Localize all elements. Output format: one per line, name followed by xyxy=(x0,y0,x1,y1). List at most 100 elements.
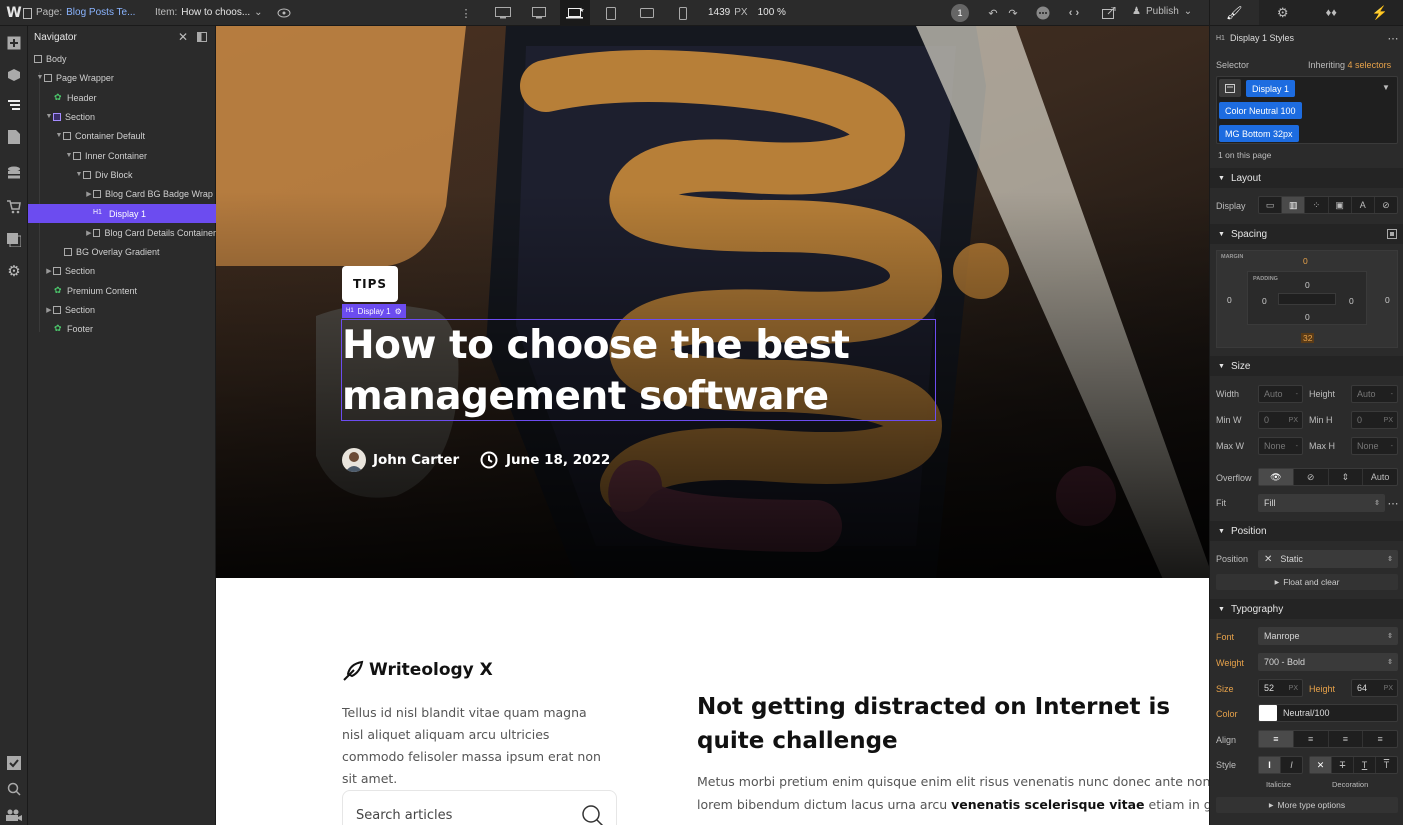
caret-right-icon[interactable]: ▶ xyxy=(85,190,93,198)
nav-item-container-default[interactable]: ▼ Container Default xyxy=(28,126,216,145)
margin-bottom-value[interactable]: 32 xyxy=(1301,333,1315,343)
min-height-input[interactable]: 0 PX xyxy=(1351,411,1398,429)
float-and-clear-toggle[interactable]: ▶ Float and clear xyxy=(1216,574,1398,590)
breakpoint-landscape-icon[interactable] xyxy=(636,3,658,23)
margin-top-value[interactable]: 0 xyxy=(1303,256,1308,266)
caret-down-icon[interactable]: ▼ xyxy=(65,152,73,159)
audit-check-icon[interactable] xyxy=(5,754,23,772)
underline-icon[interactable]: T xyxy=(1354,757,1376,773)
fit-select[interactable]: Fill ⇳ xyxy=(1258,494,1385,512)
nav-item-bg-overlay-gradient[interactable]: BG Overlay Gradient xyxy=(28,242,216,261)
italicize-segmented[interactable]: I I xyxy=(1258,756,1303,774)
caret-right-icon[interactable]: ▶ xyxy=(45,306,53,314)
ecommerce-icon[interactable] xyxy=(5,198,23,216)
overline-icon[interactable]: T xyxy=(1376,757,1397,773)
min-width-input[interactable]: 0 PX xyxy=(1258,411,1303,429)
category-badge[interactable]: TIPS xyxy=(342,266,398,302)
breakpoint-desktop-large-icon[interactable] xyxy=(528,3,550,23)
more-horizontal-icon[interactable]: ⋯ xyxy=(1386,31,1400,45)
more-type-options-toggle[interactable]: ▶ More type options xyxy=(1216,797,1398,813)
nav-item-section[interactable]: ▼ Section xyxy=(28,107,216,126)
breakpoint-mobile-icon[interactable] xyxy=(674,3,692,23)
comments-icon[interactable] xyxy=(1034,4,1052,22)
overflow-segmented[interactable]: 👁 ⊘ ⇕ Auto xyxy=(1258,468,1398,486)
undo-icon[interactable]: ↶ xyxy=(986,5,1000,21)
publish-button[interactable]: ♟ Publish ⌄ xyxy=(1132,6,1192,17)
user-badge[interactable]: 1 xyxy=(951,4,969,22)
overflow-hidden-icon[interactable]: ⊘ xyxy=(1294,469,1329,485)
nav-item-display-1[interactable]: H1 Display 1 xyxy=(28,204,216,223)
tab-settings-gear-icon[interactable]: ⚙ xyxy=(1258,0,1307,25)
caret-down-icon[interactable]: ▼ xyxy=(55,132,63,139)
width-input[interactable]: Auto - xyxy=(1258,385,1303,403)
close-icon[interactable]: ✕ xyxy=(176,30,190,44)
nav-item-div-block[interactable]: ▼ Div Block xyxy=(28,165,216,184)
redo-icon[interactable]: ↷ xyxy=(1006,5,1020,21)
display-inline-icon[interactable]: A xyxy=(1352,197,1375,213)
components-icon[interactable] xyxy=(5,66,23,84)
strikethrough-icon[interactable]: T xyxy=(1332,757,1354,773)
color-swatch[interactable] xyxy=(1259,705,1277,721)
spacing-mode-icon[interactable] xyxy=(1386,228,1398,240)
more-vertical-icon[interactable]: ⋮ xyxy=(460,5,472,21)
navigator-icon[interactable] xyxy=(5,96,23,114)
nav-item-inner-container[interactable]: ▼ Inner Container xyxy=(28,146,216,165)
selector-chip-color-neutral-100[interactable]: Color Neutral 100 xyxy=(1219,102,1302,119)
color-input[interactable]: Neutral/100 xyxy=(1258,704,1398,722)
assets-icon[interactable] xyxy=(5,231,23,249)
design-canvas[interactable]: TIPS H1 Display 1 ⚙ How to choose the be… xyxy=(216,26,1209,825)
tab-interactions-bolt-icon[interactable]: ⚡ xyxy=(1355,0,1403,25)
nav-item-footer[interactable]: ✿ Footer xyxy=(28,319,216,338)
align-justify-icon[interactable]: ≡ xyxy=(1363,731,1397,747)
overflow-scroll-icon[interactable]: ⇕ xyxy=(1329,469,1364,485)
font-select[interactable]: Manrope ⇳ xyxy=(1258,627,1398,645)
section-layout-header[interactable]: ▼ Layout xyxy=(1210,168,1403,188)
decoration-none-icon[interactable]: ✕ xyxy=(1310,757,1332,773)
display-grid-icon[interactable]: ⁘ xyxy=(1305,197,1329,213)
italic-on-icon[interactable]: I xyxy=(1281,757,1302,773)
page-selector[interactable]: Page: Blog Posts Te... xyxy=(36,7,135,18)
breakpoint-tablet-icon[interactable] xyxy=(602,3,620,23)
line-height-input[interactable]: 64 PX xyxy=(1351,679,1398,697)
pages-icon[interactable] xyxy=(5,128,23,146)
selector-type-icon[interactable] xyxy=(1219,79,1241,97)
padding-bottom-value[interactable]: 0 xyxy=(1305,312,1310,322)
inheriting-info[interactable]: Inheriting 4 selectors xyxy=(1308,60,1391,70)
nav-item-body[interactable]: Body xyxy=(28,49,216,68)
overflow-auto-button[interactable]: Auto xyxy=(1363,469,1397,485)
position-select[interactable]: ✕ Static ⇳ xyxy=(1258,550,1398,568)
max-height-input[interactable]: None - xyxy=(1351,437,1398,455)
decoration-segmented[interactable]: ✕ T T T xyxy=(1309,756,1398,774)
nav-item-section-3[interactable]: ▶ Section xyxy=(28,300,216,319)
align-left-icon[interactable]: ≡ xyxy=(1259,731,1294,747)
display-inline-block-icon[interactable]: ▣ xyxy=(1329,197,1352,213)
breakpoint-desktop-xl-icon[interactable] xyxy=(492,3,514,23)
video-tutorials-icon[interactable] xyxy=(5,806,23,824)
breakpoint-desktop-base-icon[interactable]: ★ xyxy=(560,0,590,26)
height-input[interactable]: Auto - xyxy=(1351,385,1398,403)
add-panel-icon[interactable] xyxy=(5,34,23,52)
selector-chip-mg-bottom-32px[interactable]: MG Bottom 32px xyxy=(1219,125,1299,142)
nav-item-blog-card-bg-badge-wrap[interactable]: ▶ Blog Card BG Badge Wrap xyxy=(28,184,216,203)
code-icon[interactable]: ‹ › xyxy=(1064,5,1084,21)
weight-select[interactable]: 700 - Bold ⇳ xyxy=(1258,653,1398,671)
gear-icon[interactable]: ⚙ xyxy=(395,307,402,316)
caret-down-icon[interactable]: ▼ xyxy=(36,74,44,81)
text-align-segmented[interactable]: ≡ ≡ ≡ ≡ xyxy=(1258,730,1398,748)
section-spacing-header[interactable]: ▼ Spacing xyxy=(1210,224,1403,244)
caret-down-icon[interactable]: ▼ xyxy=(45,113,53,120)
align-right-icon[interactable]: ≡ xyxy=(1329,731,1364,747)
export-icon[interactable] xyxy=(1100,5,1118,21)
margin-right-value[interactable]: 0 xyxy=(1385,295,1390,305)
tab-style-manager-drops-icon[interactable]: ♦♦ xyxy=(1307,0,1356,25)
search-articles-input[interactable]: Search articles xyxy=(342,790,617,825)
section-position-header[interactable]: ▼ Position xyxy=(1210,521,1403,541)
settings-gear-icon[interactable]: ⚙ xyxy=(5,262,23,280)
padding-right-value[interactable]: 0 xyxy=(1349,296,1354,306)
display-none-icon[interactable]: ⊘ xyxy=(1375,197,1397,213)
caret-right-icon[interactable]: ▶ xyxy=(85,229,93,237)
search-icon[interactable] xyxy=(5,780,23,798)
item-selector[interactable]: Item: How to choos... ⌄ xyxy=(155,7,263,18)
display-mode-segmented[interactable]: ▭ ▥ ⁘ ▣ A ⊘ xyxy=(1258,196,1398,214)
nav-item-blog-card-details-container[interactable]: ▶ Blog Card Details Container xyxy=(28,223,216,242)
